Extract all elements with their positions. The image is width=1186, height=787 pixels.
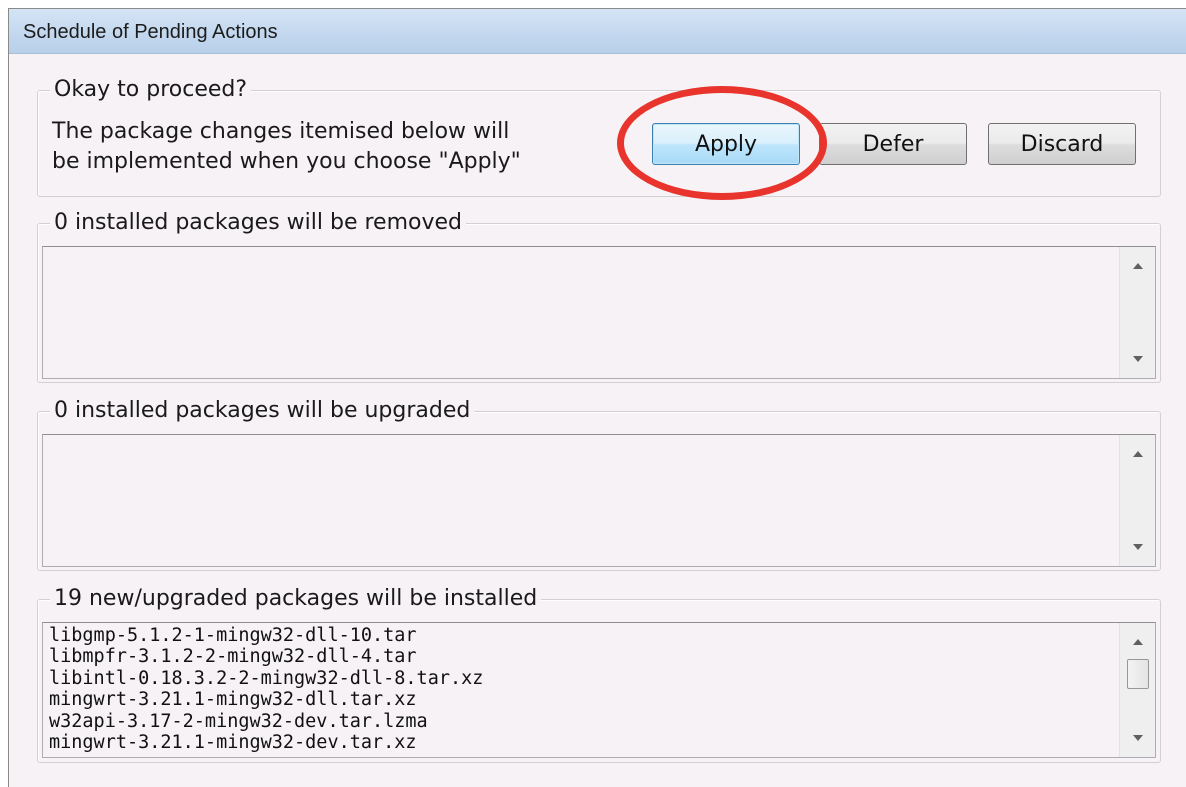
scroll-up-arrow-icon[interactable] — [1120, 253, 1156, 279]
removed-group: 0 installed packages will be removed — [37, 209, 1161, 383]
scroll-down-arrow-icon[interactable] — [1120, 725, 1156, 751]
list-item[interactable]: mingwrt-3.21.1-mingw32-dev.tar.xz — [49, 732, 1115, 753]
proceed-message-line-1: The package changes itemised below will — [52, 119, 510, 144]
proceed-message-line-2: be implemented when you choose "Apply" — [52, 149, 521, 174]
proceed-message: The package changes itemised below will … — [52, 117, 612, 177]
list-item[interactable]: libgmp-5.1.2-1-mingw32-dll-10.tar — [49, 625, 1115, 646]
upgraded-list[interactable] — [42, 434, 1156, 567]
installed-group: 19 new/upgraded packages will be install… — [37, 585, 1161, 763]
window-title: Schedule of Pending Actions — [23, 21, 278, 43]
upgraded-group: 0 installed packages will be upgraded — [37, 397, 1161, 571]
removed-group-title: 0 installed packages will be removed — [50, 209, 466, 237]
proceed-group: Okay to proceed? The package changes ite… — [37, 76, 1161, 197]
pending-actions-window: Schedule of Pending Actions Okay to proc… — [8, 8, 1186, 787]
installed-list[interactable]: libgmp-5.1.2-1-mingw32-dll-10.tar libmpf… — [42, 622, 1156, 758]
installed-group-title: 19 new/upgraded packages will be install… — [50, 585, 542, 613]
scroll-up-arrow-icon[interactable] — [1120, 629, 1156, 655]
scroll-thumb[interactable] — [1127, 659, 1149, 689]
scroll-down-arrow-icon[interactable] — [1120, 534, 1156, 560]
list-item[interactable]: mingwrt-3.21.1-mingw32-dll.tar.xz — [49, 689, 1115, 710]
defer-button[interactable]: Defer — [819, 123, 967, 165]
upgraded-scrollbar[interactable] — [1119, 435, 1155, 566]
scroll-up-arrow-icon[interactable] — [1120, 441, 1156, 467]
list-item[interactable]: libintl-0.18.3.2-2-mingw32-dll-8.tar.xz — [49, 668, 1115, 689]
apply-highlight-circle — [617, 86, 827, 200]
installed-package-list: libgmp-5.1.2-1-mingw32-dll-10.tar libmpf… — [49, 625, 1115, 753]
scroll-down-arrow-icon[interactable] — [1120, 346, 1156, 372]
list-item[interactable]: w32api-3.17-2-mingw32-dev.tar.lzma — [49, 711, 1115, 732]
proceed-group-title: Okay to proceed? — [50, 76, 252, 104]
upgraded-group-title: 0 installed packages will be upgraded — [50, 397, 475, 425]
title-bar[interactable]: Schedule of Pending Actions — [9, 9, 1186, 54]
list-item[interactable]: libmpfr-3.1.2-2-mingw32-dll-4.tar — [49, 646, 1115, 667]
installed-scrollbar[interactable] — [1119, 623, 1155, 757]
removed-scrollbar[interactable] — [1119, 247, 1155, 378]
removed-list[interactable] — [42, 246, 1156, 379]
discard-button[interactable]: Discard — [988, 123, 1136, 165]
